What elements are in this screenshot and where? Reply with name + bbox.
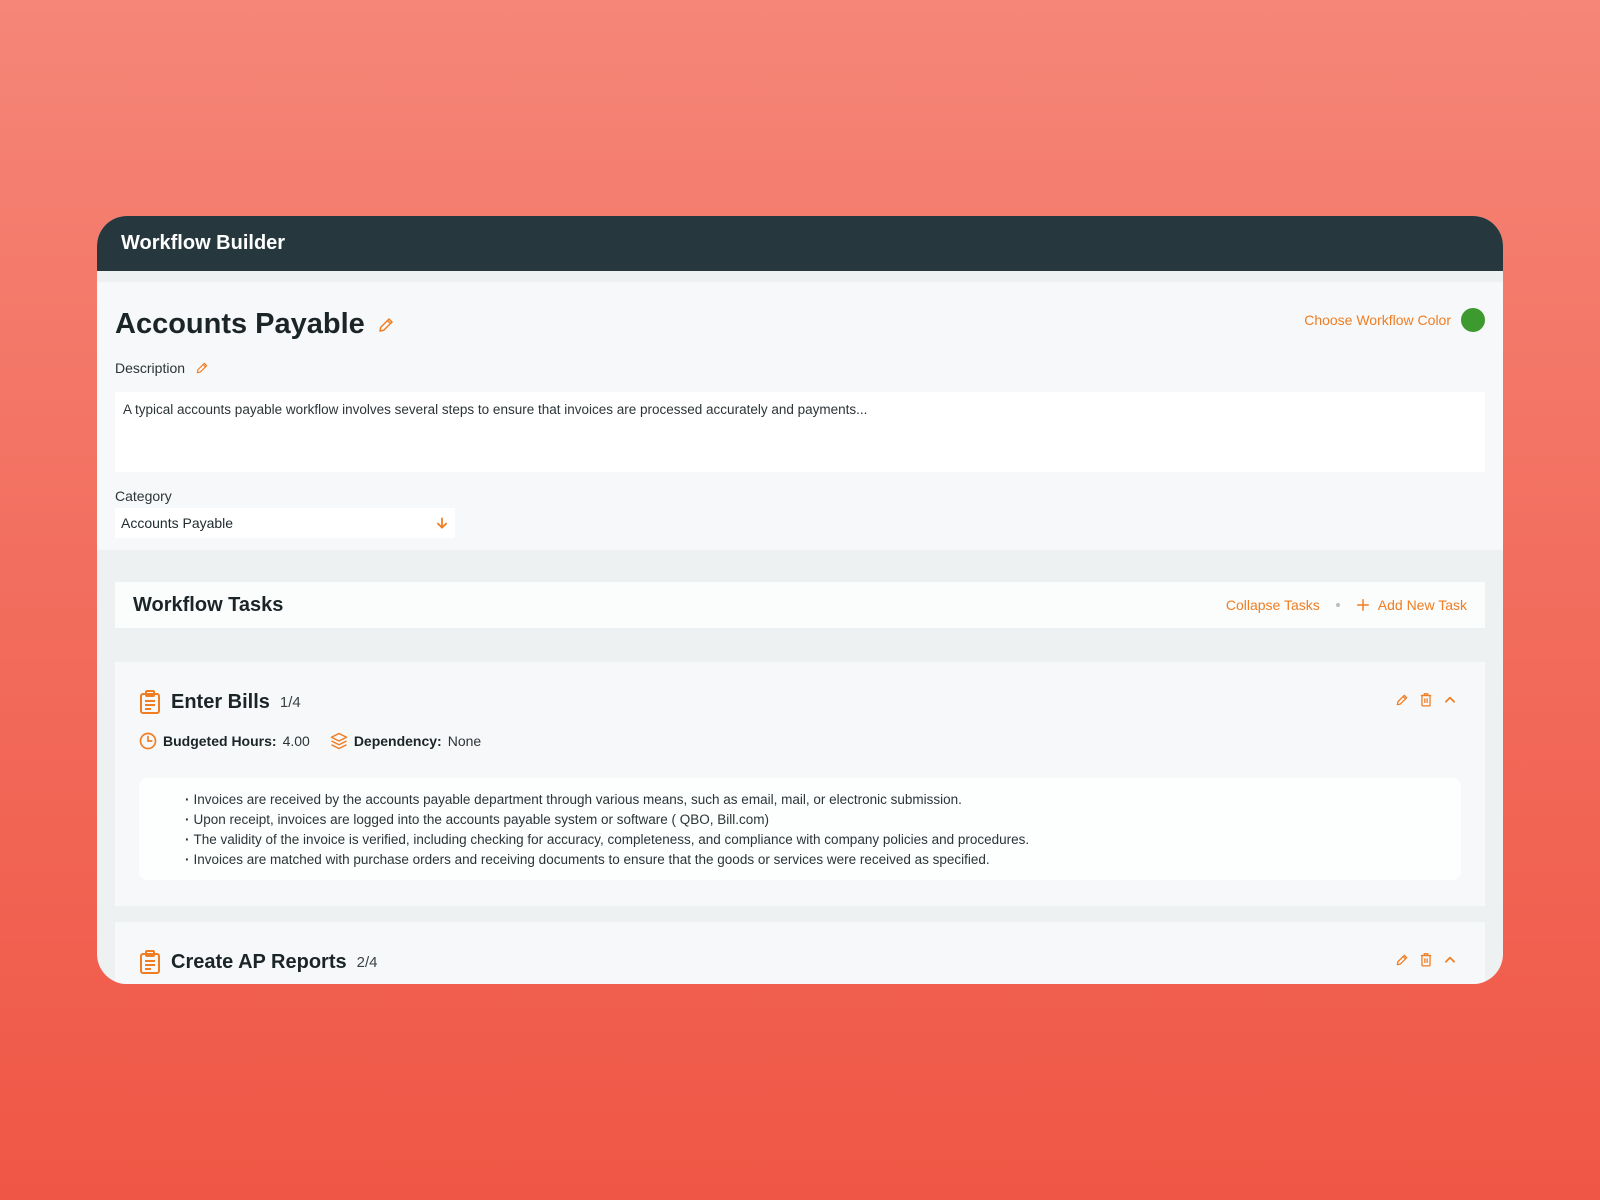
arrow-down-icon: [435, 516, 449, 530]
choose-color-label[interactable]: Choose Workflow Color: [1304, 312, 1451, 328]
task-name: Enter Bills: [171, 690, 270, 713]
category-label: Category: [115, 488, 172, 504]
task-count: 1/4: [279, 693, 301, 711]
plus-icon: [1356, 598, 1370, 612]
category-select[interactable]: Accounts Payable: [115, 508, 455, 538]
list-item: Invoices are received by the accounts pa…: [185, 790, 1461, 810]
workflow-name: Accounts Payable: [115, 308, 365, 340]
budgeted-hours-value: 4.00: [282, 733, 310, 749]
window-title-bar: Workflow Builder: [97, 216, 1503, 271]
clipboard-icon: [139, 690, 161, 714]
trash-icon[interactable]: [1419, 692, 1433, 707]
category-value: Accounts Payable: [121, 515, 234, 531]
task-name: Create AP Reports: [171, 950, 347, 973]
collapse-tasks-button[interactable]: Collapse Tasks: [1226, 597, 1320, 613]
dependency-label: Dependency:: [353, 733, 442, 749]
workflow-tasks-title: Workflow Tasks: [133, 593, 284, 616]
clock-icon: [139, 732, 157, 750]
workflow-title-row: Accounts Payable: [115, 308, 395, 341]
workflow-tasks-header: Workflow Tasks Collapse Tasks Add New Ta…: [115, 582, 1485, 628]
chevron-up-icon[interactable]: [1443, 693, 1457, 707]
task-meta: Budgeted Hours: 4.00 Dependency: None: [139, 732, 481, 750]
task-tools: [1395, 692, 1457, 707]
add-new-task-label: Add New Task: [1377, 597, 1467, 613]
chevron-up-icon[interactable]: [1443, 953, 1457, 967]
budgeted-hours-label: Budgeted Hours:: [163, 733, 277, 749]
pencil-icon[interactable]: [1395, 693, 1409, 707]
task-header: Enter Bills 1/4: [139, 690, 301, 714]
pencil-icon[interactable]: [1395, 953, 1409, 967]
dependency-value: None: [447, 733, 482, 749]
task-card-enter-bills: Enter Bills 1/4 Budgeted Hours: 4.00 Dep…: [115, 662, 1485, 906]
separator-dot: [1335, 603, 1340, 607]
clipboard-icon: [139, 950, 161, 974]
task-card-create-ap-reports: Create AP Reports 2/4: [115, 922, 1485, 984]
task-tools: [1395, 952, 1457, 967]
list-item: Invoices are matched with purchase order…: [185, 850, 1461, 870]
description-label: Description: [115, 360, 186, 376]
list-item: Upon receipt, invoices are logged into t…: [185, 810, 1461, 830]
workflow-color-picker[interactable]: Choose Workflow Color: [1304, 308, 1485, 332]
list-item: The validity of the invoice is verified,…: [185, 830, 1461, 850]
task-count: 2/4: [356, 953, 378, 971]
add-new-task-button[interactable]: Add New Task: [1356, 597, 1467, 613]
window-title: Workflow Builder: [121, 232, 286, 254]
description-label-row: Description: [115, 360, 209, 376]
workflow-builder-window: Workflow Builder Accounts Payable Choose…: [97, 216, 1503, 984]
pencil-icon[interactable]: [377, 316, 395, 334]
task-description: Invoices are received by the accounts pa…: [139, 778, 1461, 880]
tasks-actions: Collapse Tasks Add New Task: [1226, 597, 1467, 613]
trash-icon[interactable]: [1419, 952, 1433, 967]
pencil-icon[interactable]: [195, 361, 209, 375]
task-header: Create AP Reports 2/4: [139, 950, 377, 974]
description-field[interactable]: A typical accounts payable workflow invo…: [115, 392, 1485, 472]
workflow-details-panel: Accounts Payable Choose Workflow Color D…: [97, 282, 1503, 550]
layers-icon: [330, 732, 348, 750]
workflow-color-swatch[interactable]: [1461, 308, 1485, 332]
